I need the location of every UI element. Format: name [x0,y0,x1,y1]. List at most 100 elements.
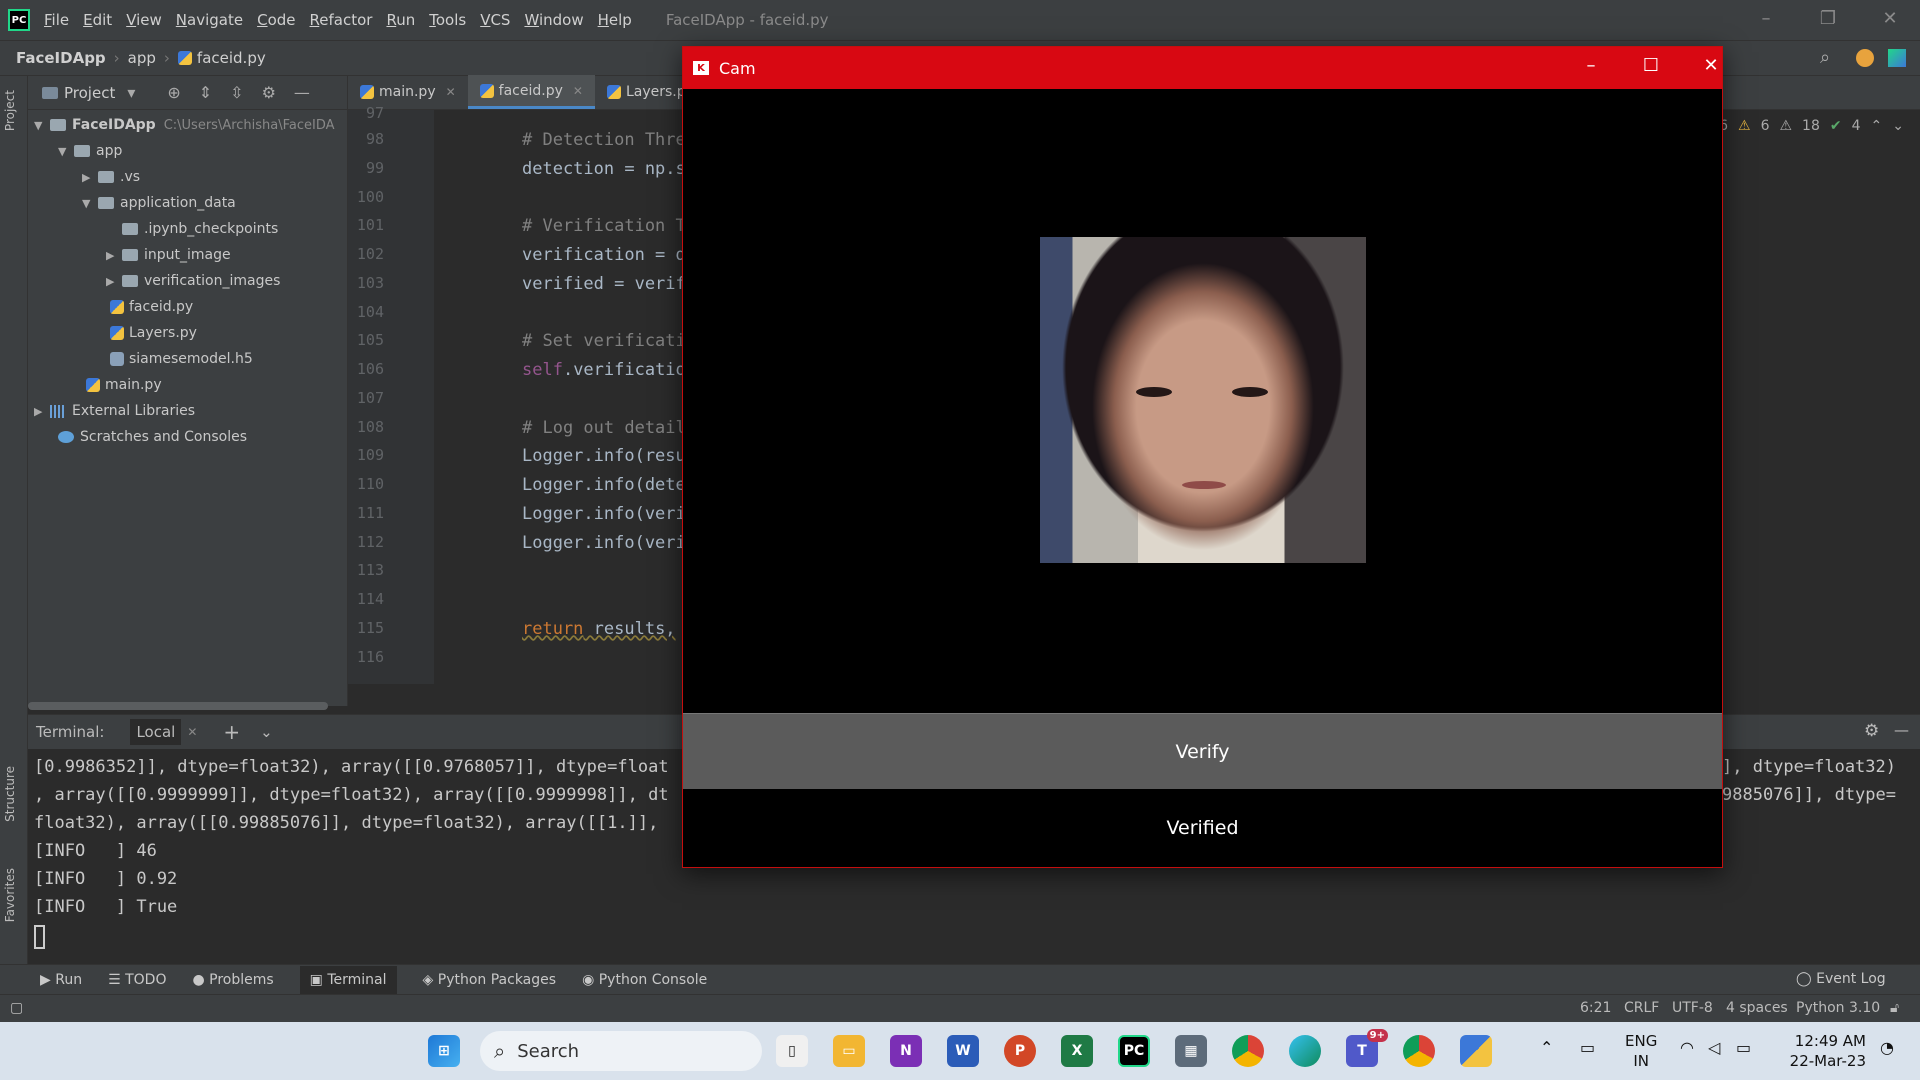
menu-tools[interactable]: Tools [429,11,466,29]
tree-item-siamesemodel[interactable]: siamesemodel.h5 [110,347,253,371]
start-icon[interactable]: ⊞ [428,1035,460,1067]
hide-icon[interactable]: — [294,83,310,102]
run-tool-tab[interactable]: ▶ Run [40,972,82,988]
chrome-profile-icon[interactable] [1403,1035,1435,1067]
menu-edit[interactable]: Edit [83,11,112,29]
favorites-tool-label[interactable]: Favorites [3,868,17,922]
menu-code[interactable]: Code [257,11,295,29]
python-console-tool-tab[interactable]: ◉ Python Console [582,972,707,988]
chevron-up-icon[interactable]: ⌃ [1871,118,1883,134]
tree-item-application-data[interactable]: ▼ application_data [82,191,236,215]
calculator-icon[interactable]: ▦ [1175,1035,1207,1067]
terminal-tool-tab[interactable]: ▣ Terminal [299,965,397,994]
problems-tool-tab[interactable]: ● Problems [192,972,273,988]
notepad-icon[interactable]: ▯ [776,1035,808,1067]
python-interpreter[interactable]: Python 3.10 [1796,1000,1880,1016]
structure-tool-label[interactable]: Structure [3,766,17,822]
tab-faceid-py[interactable]: faceid.py ✕ [467,75,595,109]
horizontal-scrollbar[interactable] [28,702,328,710]
verify-button[interactable]: Verify [683,713,1722,789]
tree-item-faceid-py[interactable]: faceid.py [110,295,193,319]
tablet-icon[interactable]: ▭ [1580,1038,1595,1057]
project-view-selector[interactable]: Project [64,84,115,102]
close-icon[interactable]: ✕ [1876,8,1904,30]
excel-icon[interactable]: X [1061,1035,1093,1067]
gear-icon[interactable]: ⚙ [262,83,276,102]
hide-icon[interactable]: — [1894,721,1909,739]
speaker-icon[interactable]: ◁ [1708,1038,1720,1057]
project-tool-label[interactable]: Project [3,90,17,131]
chevron-down-icon[interactable]: ⌄ [260,723,273,741]
caret-position[interactable]: 6:21 [1580,1000,1611,1016]
python-packages-tool-tab[interactable]: ◈ Python Packages [423,972,557,988]
menu-vcs[interactable]: VCS [480,11,510,29]
pycharm-taskbar-icon[interactable]: PC [1118,1035,1150,1067]
tree-item-root[interactable]: ▼ FaceIDApp C:\Users\Archisha\FaceIDA [34,113,335,137]
maximize-icon[interactable]: ☐ [1631,55,1671,81]
tree-item-external-libraries[interactable]: ▶ External Libraries [34,399,195,423]
menu-run[interactable]: Run [386,11,415,29]
menu-window[interactable]: Window [524,11,583,29]
tree-item-main-py[interactable]: main.py [86,373,162,397]
tree-item-scratches[interactable]: Scratches and Consoles [58,425,247,449]
tree-item-input-image[interactable]: ▶ input_image [106,243,231,267]
todo-tool-tab[interactable]: ☰ TODO [108,972,166,988]
update-icon[interactable] [1856,49,1874,67]
onenote-icon[interactable]: N [890,1035,922,1067]
tree-item-verification-images[interactable]: ▶ verification_images [106,269,280,293]
system-clock[interactable]: 12:49 AM 22-Mar-23 [1790,1031,1866,1071]
tree-item-layers-py[interactable]: Layers.py [110,321,197,345]
breadcrumb-file[interactable]: faceid.py [197,49,266,67]
menu-view[interactable]: View [126,11,162,29]
chrome-icon[interactable] [1232,1035,1264,1067]
restore-icon[interactable]: ❐ [1814,8,1842,30]
tree-item-ipynb-checkpoints[interactable]: .ipynb_checkpoints [122,217,278,241]
edge-icon[interactable] [1289,1035,1321,1067]
terminal-tab-local[interactable]: Local [130,719,182,745]
teams-icon[interactable]: T 9+ [1346,1029,1388,1067]
taskbar-search[interactable]: ⌕ Search [480,1031,762,1071]
panel-toggle-icon[interactable]: ▢ [10,1000,23,1016]
plus-icon[interactable]: + [223,720,240,744]
menu-navigate[interactable]: Navigate [176,11,243,29]
cam-title-bar[interactable]: K Cam – ☐ ✕ [683,47,1722,89]
gear-icon[interactable]: ⚙ [1864,721,1879,741]
toolbox-icon[interactable] [1888,49,1906,67]
event-log-button[interactable]: ◯ Event Log [1796,971,1886,987]
line-separator[interactable]: CRLF [1624,1000,1659,1016]
menu-file[interactable]: File [44,11,69,29]
chevron-up-icon[interactable]: ⌃ [1540,1038,1553,1057]
tree-item-app[interactable]: ▼ app [58,139,122,163]
python-icon[interactable] [1460,1035,1492,1067]
expand-all-icon[interactable]: ⇕ [199,83,212,102]
indent-setting[interactable]: 4 spaces [1726,1000,1788,1016]
notification-bell-icon[interactable]: ◔ [1880,1038,1894,1057]
locate-icon[interactable]: ⊕ [167,83,180,102]
breadcrumb-folder[interactable]: app [128,49,156,67]
breadcrumb-project[interactable]: FaceIDApp [16,49,106,67]
word-icon[interactable]: W [947,1035,979,1067]
close-icon[interactable]: ✕ [573,84,583,98]
close-icon[interactable]: ✕ [187,725,197,739]
battery-icon[interactable]: ▭ [1736,1038,1751,1057]
close-icon[interactable]: ✕ [1691,55,1731,81]
wifi-icon[interactable]: ◠ [1680,1038,1694,1057]
file-encoding[interactable]: UTF-8 [1672,1000,1713,1016]
chevron-down-icon[interactable]: ▾ [127,83,135,102]
lock-icon[interactable]: 🔓︎ [1890,1000,1899,1016]
file-explorer-icon[interactable]: ▭ [833,1035,865,1067]
powerpoint-icon[interactable]: P [1004,1035,1036,1067]
tree-item-vs[interactable]: ▶ .vs [82,165,140,189]
minimize-icon[interactable]: – [1752,8,1780,30]
minimize-icon[interactable]: – [1571,55,1611,81]
collapse-all-icon[interactable]: ⇳ [230,83,243,102]
search-icon[interactable]: ⌕ [1820,47,1830,68]
menu-help[interactable]: Help [598,11,632,29]
inspection-widget[interactable]: 16 ⚠6 ⚠18 ✔4 ⌃ ⌄ [1710,118,1904,134]
chevron-down-icon[interactable]: ⌄ [1892,118,1904,134]
code-line: Logger.info(dete [522,475,686,495]
language-indicator[interactable]: ENG IN [1625,1031,1657,1071]
close-icon[interactable]: ✕ [446,85,456,99]
python-file-icon [360,85,374,99]
menu-refactor[interactable]: Refactor [310,11,373,29]
